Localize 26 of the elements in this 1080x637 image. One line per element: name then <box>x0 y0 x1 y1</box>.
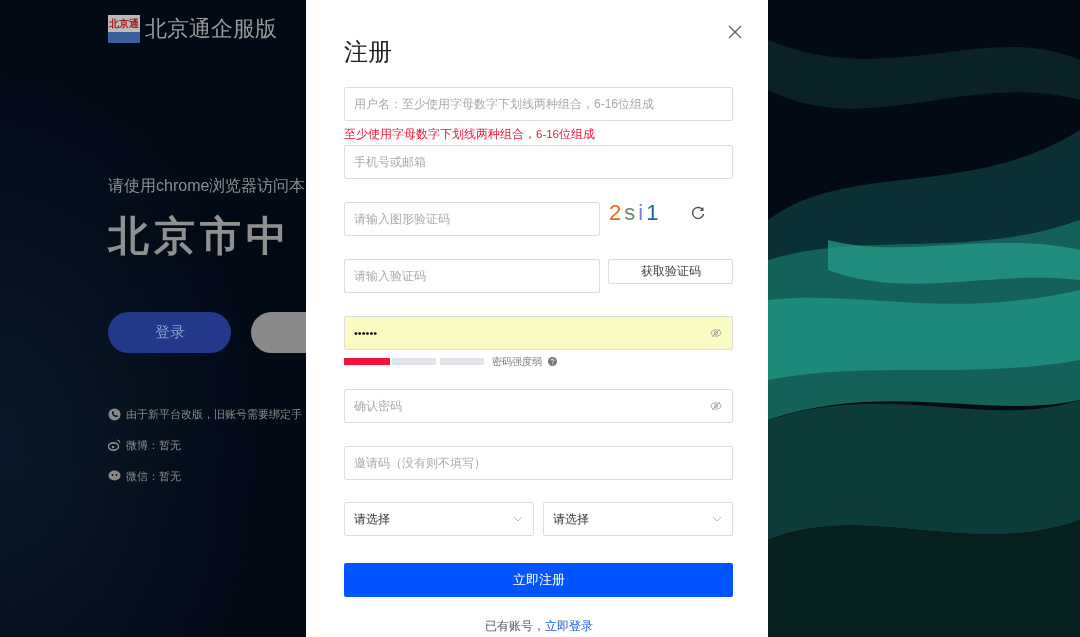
password-field[interactable]: •••••• <box>344 316 733 350</box>
brand-name: 北京通企服版 <box>145 15 277 43</box>
chat-bubble-icon <box>108 470 121 482</box>
refresh-icon[interactable] <box>691 206 705 220</box>
strength-label: 密码强度弱 <box>492 354 542 369</box>
headline: 北京市中 <box>108 212 293 261</box>
chevron-down-icon <box>712 516 722 522</box>
logo-icon: 北京通 <box>108 15 140 43</box>
chat-phone-icon <box>108 407 121 421</box>
get-code-button[interactable]: 获取验证码 <box>608 259 733 284</box>
contact-text: 由于新平台改版，旧账号需要绑定手 <box>126 406 302 422</box>
contact-text: 微信：暂无 <box>126 468 181 484</box>
chevron-down-icon <box>513 516 523 522</box>
footer-text: 已有账号， <box>484 620 545 632</box>
register-button[interactable]: 立即注册 <box>344 563 733 597</box>
help-icon[interactable] <box>548 357 557 366</box>
contact-text: 微博：暂无 <box>126 437 181 453</box>
login-link[interactable]: 立即登录 <box>544 620 593 632</box>
select-field[interactable]: 请选择 <box>543 502 733 536</box>
login-button[interactable]: 登录 <box>108 312 231 353</box>
select-field[interactable]: 请选择 <box>344 502 534 536</box>
weibo-icon <box>108 439 121 451</box>
error-message: 至少使用字母数字下划线两种组合，6-16位组成 <box>344 127 596 141</box>
dialog-title: 注册 <box>344 37 392 67</box>
browser-notice: 请使用chrome浏览器访问本 <box>108 176 306 196</box>
close-icon[interactable] <box>728 25 742 39</box>
